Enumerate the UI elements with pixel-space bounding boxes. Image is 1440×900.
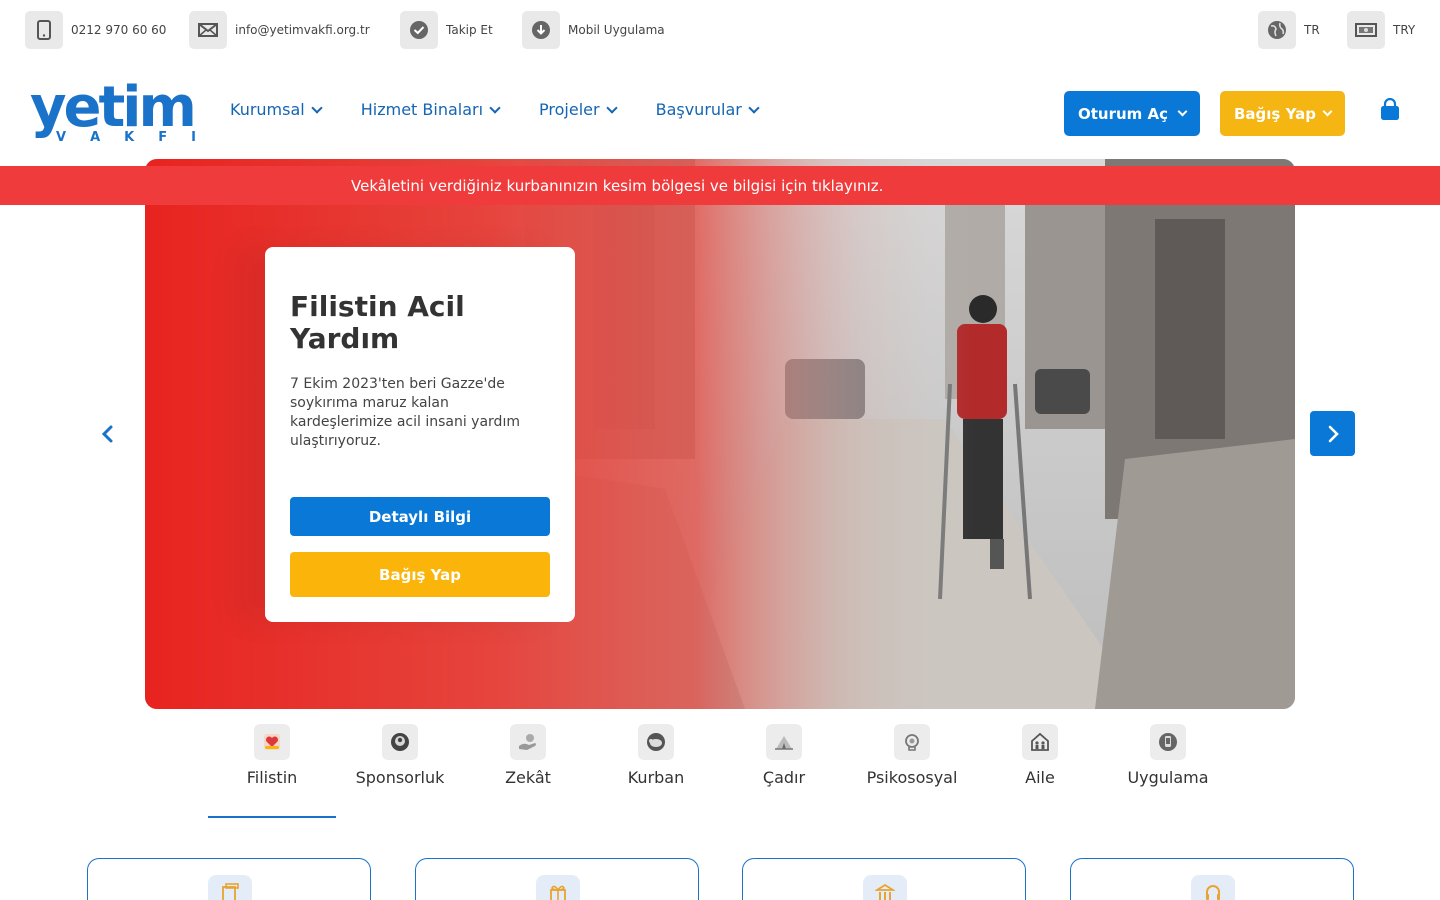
- mobile-app-link[interactable]: Mobil Uygulama: [522, 10, 665, 50]
- tab-filistin[interactable]: Filistin: [208, 724, 336, 818]
- hero-info-card: Filistin Acil Yardım 7 Ekim 2023'ten ber…: [265, 247, 575, 622]
- gift-icon: [536, 875, 580, 900]
- info-card-4[interactable]: [1070, 858, 1354, 900]
- hero-description: 7 Ekim 2023'ten beri Gazze'de soykırıma …: [290, 376, 520, 449]
- tab-cadir[interactable]: Çadır: [720, 724, 848, 787]
- info-card-2[interactable]: [415, 858, 699, 900]
- logo-subtitle: V A K F I: [56, 130, 196, 145]
- family-house-icon: [1022, 724, 1058, 760]
- brain-icon: [894, 724, 930, 760]
- banknote-icon: [1347, 11, 1385, 49]
- site-logo[interactable]: yetim V A K F I: [30, 75, 197, 148]
- chevron-down-icon: [748, 101, 760, 114]
- chevron-down-icon: [605, 101, 618, 114]
- nav-item-hizmet-binalari[interactable]: Hizmet Binaları: [361, 100, 501, 119]
- login-button[interactable]: Oturum Aç: [1064, 91, 1200, 136]
- tab-sponsorluk[interactable]: Sponsorluk: [336, 724, 464, 787]
- top-utility-bar: 0212 970 60 60 info@yetimvakfi.org.tr Ta…: [0, 0, 1440, 60]
- info-card-3[interactable]: [742, 858, 1026, 900]
- active-tab-indicator: [208, 816, 336, 818]
- email-address: info@yetimvakfi.org.tr: [235, 23, 370, 37]
- chevron-down-icon: [489, 101, 501, 114]
- tab-aile[interactable]: Aile: [976, 724, 1104, 787]
- chevron-down-icon: [1322, 106, 1333, 117]
- tab-psikososyal[interactable]: Psikososyal: [848, 724, 976, 787]
- details-button[interactable]: Detaylı Bilgi: [290, 497, 550, 536]
- shopping-bag-icon[interactable]: [1378, 97, 1402, 122]
- language-selector[interactable]: TR: [1258, 10, 1320, 50]
- email-link[interactable]: info@yetimvakfi.org.tr: [189, 10, 370, 50]
- follow-button[interactable]: Takip Et: [400, 10, 493, 50]
- headset-icon: [1191, 875, 1235, 900]
- chevron-left-icon: [101, 425, 113, 443]
- globe-icon: [1258, 11, 1296, 49]
- phone-icon: [25, 11, 63, 49]
- phone-number: 0212 970 60 60: [71, 23, 167, 37]
- sheep-icon: [638, 724, 674, 760]
- hero-title: Filistin Acil Yardım: [290, 290, 465, 355]
- info-card-1[interactable]: [87, 858, 371, 900]
- institution-icon: [863, 875, 907, 900]
- main-header: yetim V A K F I Kurumsal Hizmet Binaları…: [0, 60, 1440, 166]
- currency-label: TRY: [1393, 23, 1416, 37]
- category-tabs: Filistin Sponsorluk Zekât Kurban Çadır P…: [208, 724, 1232, 824]
- nav-item-kurumsal[interactable]: Kurumsal: [230, 100, 323, 119]
- tab-kurban[interactable]: Kurban: [592, 724, 720, 787]
- mobile-app-label: Mobil Uygulama: [568, 23, 665, 37]
- slider-prev-button[interactable]: [96, 420, 120, 448]
- alert-text: Vekâletini verdiğiniz kurbanınızın kesim…: [351, 176, 884, 195]
- nav-item-basvurular[interactable]: Başvurular: [656, 100, 760, 119]
- nav-item-projeler[interactable]: Projeler: [539, 100, 618, 119]
- heart-hand-icon: [254, 724, 290, 760]
- kurban-alert-banner[interactable]: Vekâletini verdiğiniz kurbanınızın kesim…: [0, 166, 1440, 205]
- download-icon: [522, 11, 560, 49]
- language-label: TR: [1304, 23, 1320, 37]
- tab-zekat[interactable]: Zekât: [464, 724, 592, 787]
- phone-link[interactable]: 0212 970 60 60: [25, 10, 166, 50]
- child-face-icon: [382, 724, 418, 760]
- mail-icon: [189, 11, 227, 49]
- chevron-right-icon: [1328, 425, 1339, 442]
- phone-app-icon: [1150, 724, 1186, 760]
- main-nav: Kurumsal Hizmet Binaları Projeler Başvur…: [230, 100, 798, 119]
- chevron-down-icon: [311, 101, 323, 114]
- tent-icon: [766, 724, 802, 760]
- tab-uygulama[interactable]: Uygulama: [1104, 724, 1232, 787]
- follow-label: Takip Et: [446, 23, 493, 37]
- hand-giving-icon: [510, 724, 546, 760]
- check-circle-icon: [400, 11, 438, 49]
- donate-button[interactable]: Bağış Yap: [1220, 91, 1345, 136]
- logo-wordmark: yetim: [30, 75, 197, 140]
- currency-selector[interactable]: TRY: [1347, 10, 1415, 50]
- chevron-down-icon: [1177, 106, 1188, 117]
- hero-donate-button[interactable]: Bağış Yap: [290, 552, 550, 597]
- slider-next-button[interactable]: [1310, 411, 1355, 456]
- documents-icon: [208, 875, 252, 900]
